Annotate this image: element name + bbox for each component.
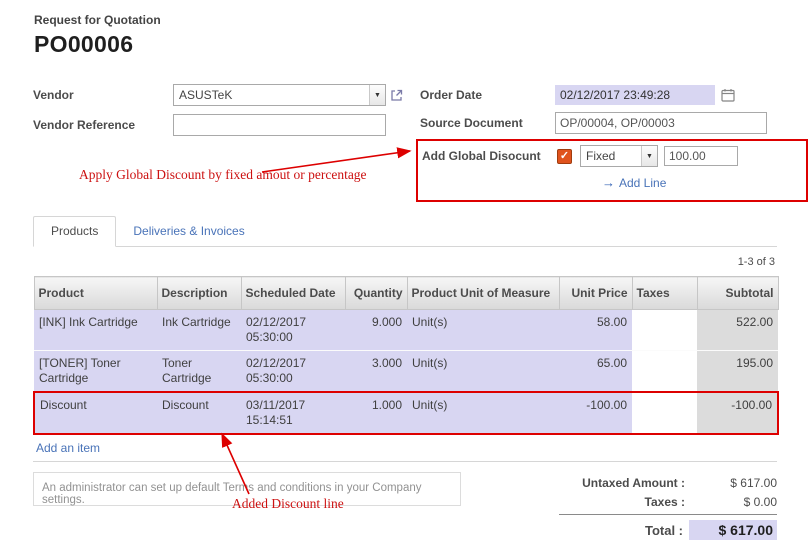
cell-description[interactable]: Discount [157,392,241,434]
col-header-subtotal[interactable]: Subtotal [697,277,778,310]
cell-product[interactable]: [INK] Ink Cartridge [34,310,157,351]
totals-panel: Untaxed Amount : $ 617.00 Taxes : $ 0.00… [559,476,777,545]
annotation-note-global-discount: Apply Global Discount by fixed amout or … [79,167,367,183]
total-label: Total : [645,523,683,538]
vendor-select-value: ASUSTeK [174,88,369,102]
col-header-description[interactable]: Description [157,277,241,310]
cell-taxes[interactable] [632,310,697,351]
cell-taxes[interactable] [632,351,697,393]
annotation-box-global-discount: Add Global Disocunt ✓ Fixed ▼ →Add Line [416,139,808,202]
discount-type-select[interactable]: Fixed ▼ [580,145,658,167]
cell-uom[interactable]: Unit(s) [407,392,559,434]
global-discount-label: Add Global Disocunt [422,149,557,163]
order-date-label: Order Date [420,88,555,102]
source-document-input[interactable] [555,112,767,134]
rfq-form-page: { "header": { "doc_type_label": "Request… [0,0,810,546]
total-value: $ 617.00 [689,520,777,540]
cell-uom[interactable]: Unit(s) [407,310,559,351]
cell-quantity[interactable]: 9.000 [345,310,407,351]
cell-uom[interactable]: Unit(s) [407,351,559,393]
notebook-tabs: Products Deliveries & Invoices [33,216,777,247]
discount-type-value: Fixed [581,149,641,163]
chevron-down-icon[interactable]: ▼ [641,146,657,166]
add-an-item-link[interactable]: Add an item [36,441,100,455]
cell-product[interactable]: [TONER] Toner Cartridge [34,351,157,393]
list-pager: 1-3 of 3 [33,256,775,269]
checkmark-icon: ✓ [560,150,569,162]
tab-deliveries-invoices[interactable]: Deliveries & Invoices [116,217,261,246]
untaxed-amount-label: Untaxed Amount : [582,476,685,490]
cell-product[interactable]: Discount [34,392,157,434]
col-header-scheduled-date[interactable]: Scheduled Date [241,277,345,310]
document-type-label: Request for Quotation [34,13,777,28]
taxes-value: $ 0.00 [685,495,777,509]
calendar-icon[interactable] [721,88,735,102]
cell-description[interactable]: Toner Cartridge [157,351,241,393]
order-date-field[interactable]: 02/12/2017 23:49:28 [555,85,715,105]
cell-subtotal[interactable]: -100.00 [697,392,778,434]
taxes-label: Taxes : [645,495,685,509]
col-header-unit-price[interactable]: Unit Price [559,277,632,310]
cell-description[interactable]: Ink Cartridge [157,310,241,351]
vendor-reference-label: Vendor Reference [33,118,173,132]
table-row-discount: Discount Discount 03/11/2017 15:14:51 1.… [34,392,778,434]
global-discount-checkbox[interactable]: ✓ [557,149,572,164]
cell-subtotal[interactable]: 195.00 [697,351,778,393]
cell-unit-price[interactable]: -100.00 [559,392,632,434]
col-header-uom[interactable]: Product Unit of Measure [407,277,559,310]
col-header-taxes[interactable]: Taxes [632,277,697,310]
col-header-quantity[interactable]: Quantity [345,277,407,310]
table-header-row: Product Description Scheduled Date Quant… [34,277,778,310]
table-row: [INK] Ink Cartridge Ink Cartridge 02/12/… [34,310,778,351]
col-header-product[interactable]: Product [34,277,157,310]
add-line-arrow-icon: → [602,175,615,190]
table-row: [TONER] Toner Cartridge Toner Cartridge … [34,351,778,393]
cell-unit-price[interactable]: 65.00 [559,351,632,393]
external-link-icon[interactable] [390,89,403,102]
cell-scheduled-date[interactable]: 02/12/2017 05:30:00 [241,310,345,351]
untaxed-amount-value: $ 617.00 [685,476,777,490]
cell-taxes[interactable] [632,392,697,434]
cell-quantity[interactable]: 3.000 [345,351,407,393]
cell-scheduled-date[interactable]: 02/12/2017 05:30:00 [241,351,345,393]
cell-subtotal[interactable]: 522.00 [697,310,778,351]
annotation-note-discount-line: Added Discount line [232,496,344,512]
vendor-label: Vendor [33,88,173,102]
order-lines-table: Product Description Scheduled Date Quant… [33,276,779,435]
chevron-down-icon[interactable]: ▼ [369,85,385,105]
form-sheet: Vendor ASUSTeK ▼ Vendor Reference [33,83,777,202]
cell-quantity[interactable]: 1.000 [345,392,407,434]
tab-products[interactable]: Products [33,216,116,247]
vendor-select[interactable]: ASUSTeK ▼ [173,84,386,106]
page-title: PO00006 [34,31,777,58]
add-line-link[interactable]: →Add Line [602,175,666,190]
cell-unit-price[interactable]: 58.00 [559,310,632,351]
cell-scheduled-date[interactable]: 03/11/2017 15:14:51 [241,392,345,434]
source-document-label: Source Document [420,116,555,130]
discount-amount-input[interactable] [664,146,738,166]
vendor-reference-input[interactable] [173,114,386,136]
